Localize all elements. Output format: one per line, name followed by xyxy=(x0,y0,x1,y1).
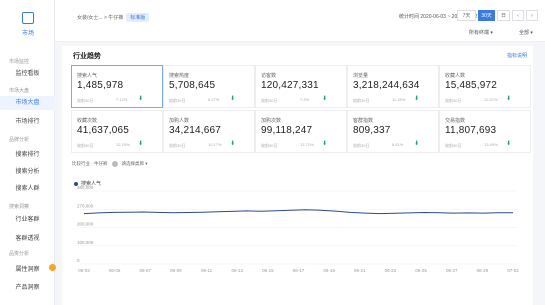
top-bar: 女装/女士... > 牛仔裤 标准版 统计时间 2020-06-03 ~ 202… xyxy=(55,0,545,42)
sidebar-item[interactable]: 搜索排行 xyxy=(0,148,55,162)
date-range-option[interactable]: ‹ xyxy=(512,10,524,21)
sidebar-item[interactable]: 客群透视 xyxy=(0,232,55,246)
x-tick-label: 06-03 xyxy=(78,268,90,273)
date-range-option[interactable]: 30天 xyxy=(478,10,495,21)
notification-dot-icon xyxy=(49,264,56,271)
scope-filter[interactable]: 全部 ▾ xyxy=(519,29,533,36)
y-tick-label: 270,000 xyxy=(77,203,94,208)
date-range-option[interactable]: 日 xyxy=(497,10,510,21)
date-range-option[interactable]: 7天 xyxy=(457,10,476,21)
x-tick-label: 06-15 xyxy=(262,268,274,273)
terminal-filter[interactable]: 所有终端 ▾ xyxy=(469,29,493,36)
sidebar-logo[interactable]: 市场 xyxy=(8,12,48,42)
sidebar-item[interactable]: 产品洞察 xyxy=(0,281,55,295)
sidebar-group-label: 品类分析 xyxy=(9,251,30,257)
y-tick-label: 0 xyxy=(77,258,80,263)
series-line xyxy=(83,209,513,215)
x-tick-label: 06-29 xyxy=(477,268,489,273)
x-tick-label: 06-07 xyxy=(140,268,152,273)
x-tick-label: 06-21 xyxy=(354,268,366,273)
y-tick-label: 100,000 xyxy=(77,240,94,245)
market-icon xyxy=(22,12,34,24)
x-tick-label: 06-25 xyxy=(415,268,427,273)
x-tick-label: 06-19 xyxy=(323,268,335,273)
edition-badge: 标准版 xyxy=(126,13,150,22)
x-tick-label: 06-27 xyxy=(446,268,458,273)
sidebar-item[interactable]: 市场大盘 xyxy=(0,96,55,110)
app-window: 市场 市场监控市场大盘品牌分析搜索洞察品类分析 监控看板市场大盘市场排行搜索排行搜… xyxy=(0,0,545,305)
breadcrumb-path[interactable]: 女装/女士... > 牛仔裤 xyxy=(77,14,123,21)
industry-trend-panel: 行业趋势 指标说明 搜索人气 1,485,978 较前30日 7.12% ⬇ 搜索热度 5,… xyxy=(62,46,533,305)
sidebar-group-label: 品牌分析 xyxy=(9,137,30,143)
sidebar-item[interactable]: 市场排行 xyxy=(0,115,55,129)
sidebar-item[interactable]: 行业客群 xyxy=(0,213,55,227)
sidebar-item[interactable]: 监控看板 xyxy=(0,67,55,81)
x-tick-label: 07-02 xyxy=(507,268,519,273)
sidebar-item[interactable]: 搜索人群 xyxy=(0,182,55,196)
x-tick-label: 06-13 xyxy=(231,268,243,273)
sidebar-item[interactable]: 搜索分析 xyxy=(0,165,55,179)
x-tick-label: 06-23 xyxy=(385,268,397,273)
sidebar-group-label: 市场监控 xyxy=(9,59,30,65)
sidebar-logo-label: 市场 xyxy=(21,31,34,37)
sidebar: 市场 市场监控市场大盘品牌分析搜索洞察品类分析 监控看板市场大盘市场排行搜索排行搜… xyxy=(0,0,56,305)
date-range-option[interactable]: › xyxy=(526,10,538,21)
sidebar-group-label: 市场大盘 xyxy=(9,88,30,94)
x-tick-label: 06-09 xyxy=(170,268,182,273)
y-tick-label: 200,000 xyxy=(77,222,94,227)
x-tick-label: 06-05 xyxy=(109,268,121,273)
sidebar-group-label: 搜索洞察 xyxy=(9,204,30,210)
trend-chart[interactable]: 0 100,000 200,000 270,000 360,000 06-03 06-05 0… xyxy=(62,46,533,305)
sidebar-item[interactable]: 属性洞察 xyxy=(0,263,55,277)
x-tick-label: 06-11 xyxy=(201,268,213,273)
x-tick-label: 06-17 xyxy=(293,268,305,273)
y-tick-label: 360,000 xyxy=(77,185,94,190)
breadcrumb: 女装/女士... > 牛仔裤 标准版 xyxy=(77,13,150,22)
